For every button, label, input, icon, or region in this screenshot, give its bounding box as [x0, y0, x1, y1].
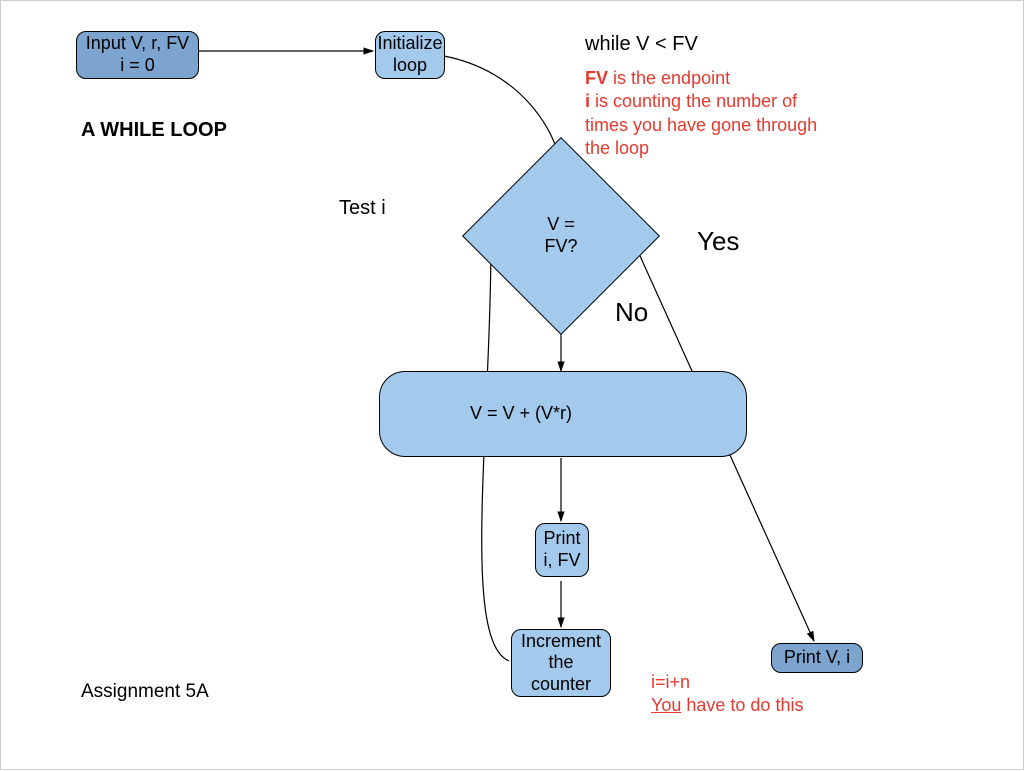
- note-top-l2r: is counting the number of: [590, 91, 797, 111]
- label-no: No: [615, 297, 648, 328]
- note-bot-l1: i=i+n: [651, 671, 803, 694]
- note-top-l4: the loop: [585, 137, 885, 160]
- label-note-bottom: i=i+n You have to do this: [651, 671, 803, 718]
- label-while-cond: while V < FV: [585, 33, 698, 56]
- label-test-i: Test i: [339, 197, 386, 220]
- node-initialize: Initialize loop: [375, 31, 445, 79]
- note-bot-rest: have to do this: [681, 695, 803, 715]
- diagram-canvas: Input V, r, FV i = 0 Initialize loop V =…: [0, 0, 1024, 770]
- node-init-line2: loop: [393, 55, 427, 77]
- node-process: V = V + (V*r): [379, 371, 747, 457]
- inc-line3: counter: [531, 674, 591, 696]
- process-text: V = V + (V*r): [470, 403, 572, 425]
- node-print-v-i: Print V, i: [771, 643, 863, 673]
- node-increment: Increment the counter: [511, 629, 611, 697]
- node-input-line1: Input V, r, FV: [86, 33, 189, 55]
- note-top-l3: times you have gone through: [585, 114, 885, 137]
- print2-text: Print V, i: [784, 647, 850, 669]
- node-init-line1: Initialize: [377, 33, 442, 55]
- inc-line2: the: [548, 652, 573, 674]
- label-note-top: FV is the endpoint i is counting the num…: [585, 67, 885, 161]
- node-input-line2: i = 0: [120, 55, 155, 77]
- node-print-i-fv: Print i, FV: [535, 523, 589, 577]
- label-heading: A WHILE LOOP: [81, 119, 227, 142]
- decision-line1: V =: [547, 214, 575, 236]
- decision-line2: FV?: [544, 236, 577, 258]
- label-assignment: Assignment 5A: [81, 681, 209, 703]
- label-yes: Yes: [697, 226, 739, 257]
- print1-line1: Print: [543, 528, 580, 550]
- node-input: Input V, r, FV i = 0: [76, 31, 199, 79]
- note-bot-you: You: [651, 695, 681, 715]
- node-decision: V = FV?: [491, 166, 631, 306]
- print1-line2: i, FV: [543, 550, 580, 572]
- note-top-l1r: is the endpoint: [608, 68, 730, 88]
- note-top-fv: FV: [585, 68, 608, 88]
- inc-line1: Increment: [521, 631, 601, 653]
